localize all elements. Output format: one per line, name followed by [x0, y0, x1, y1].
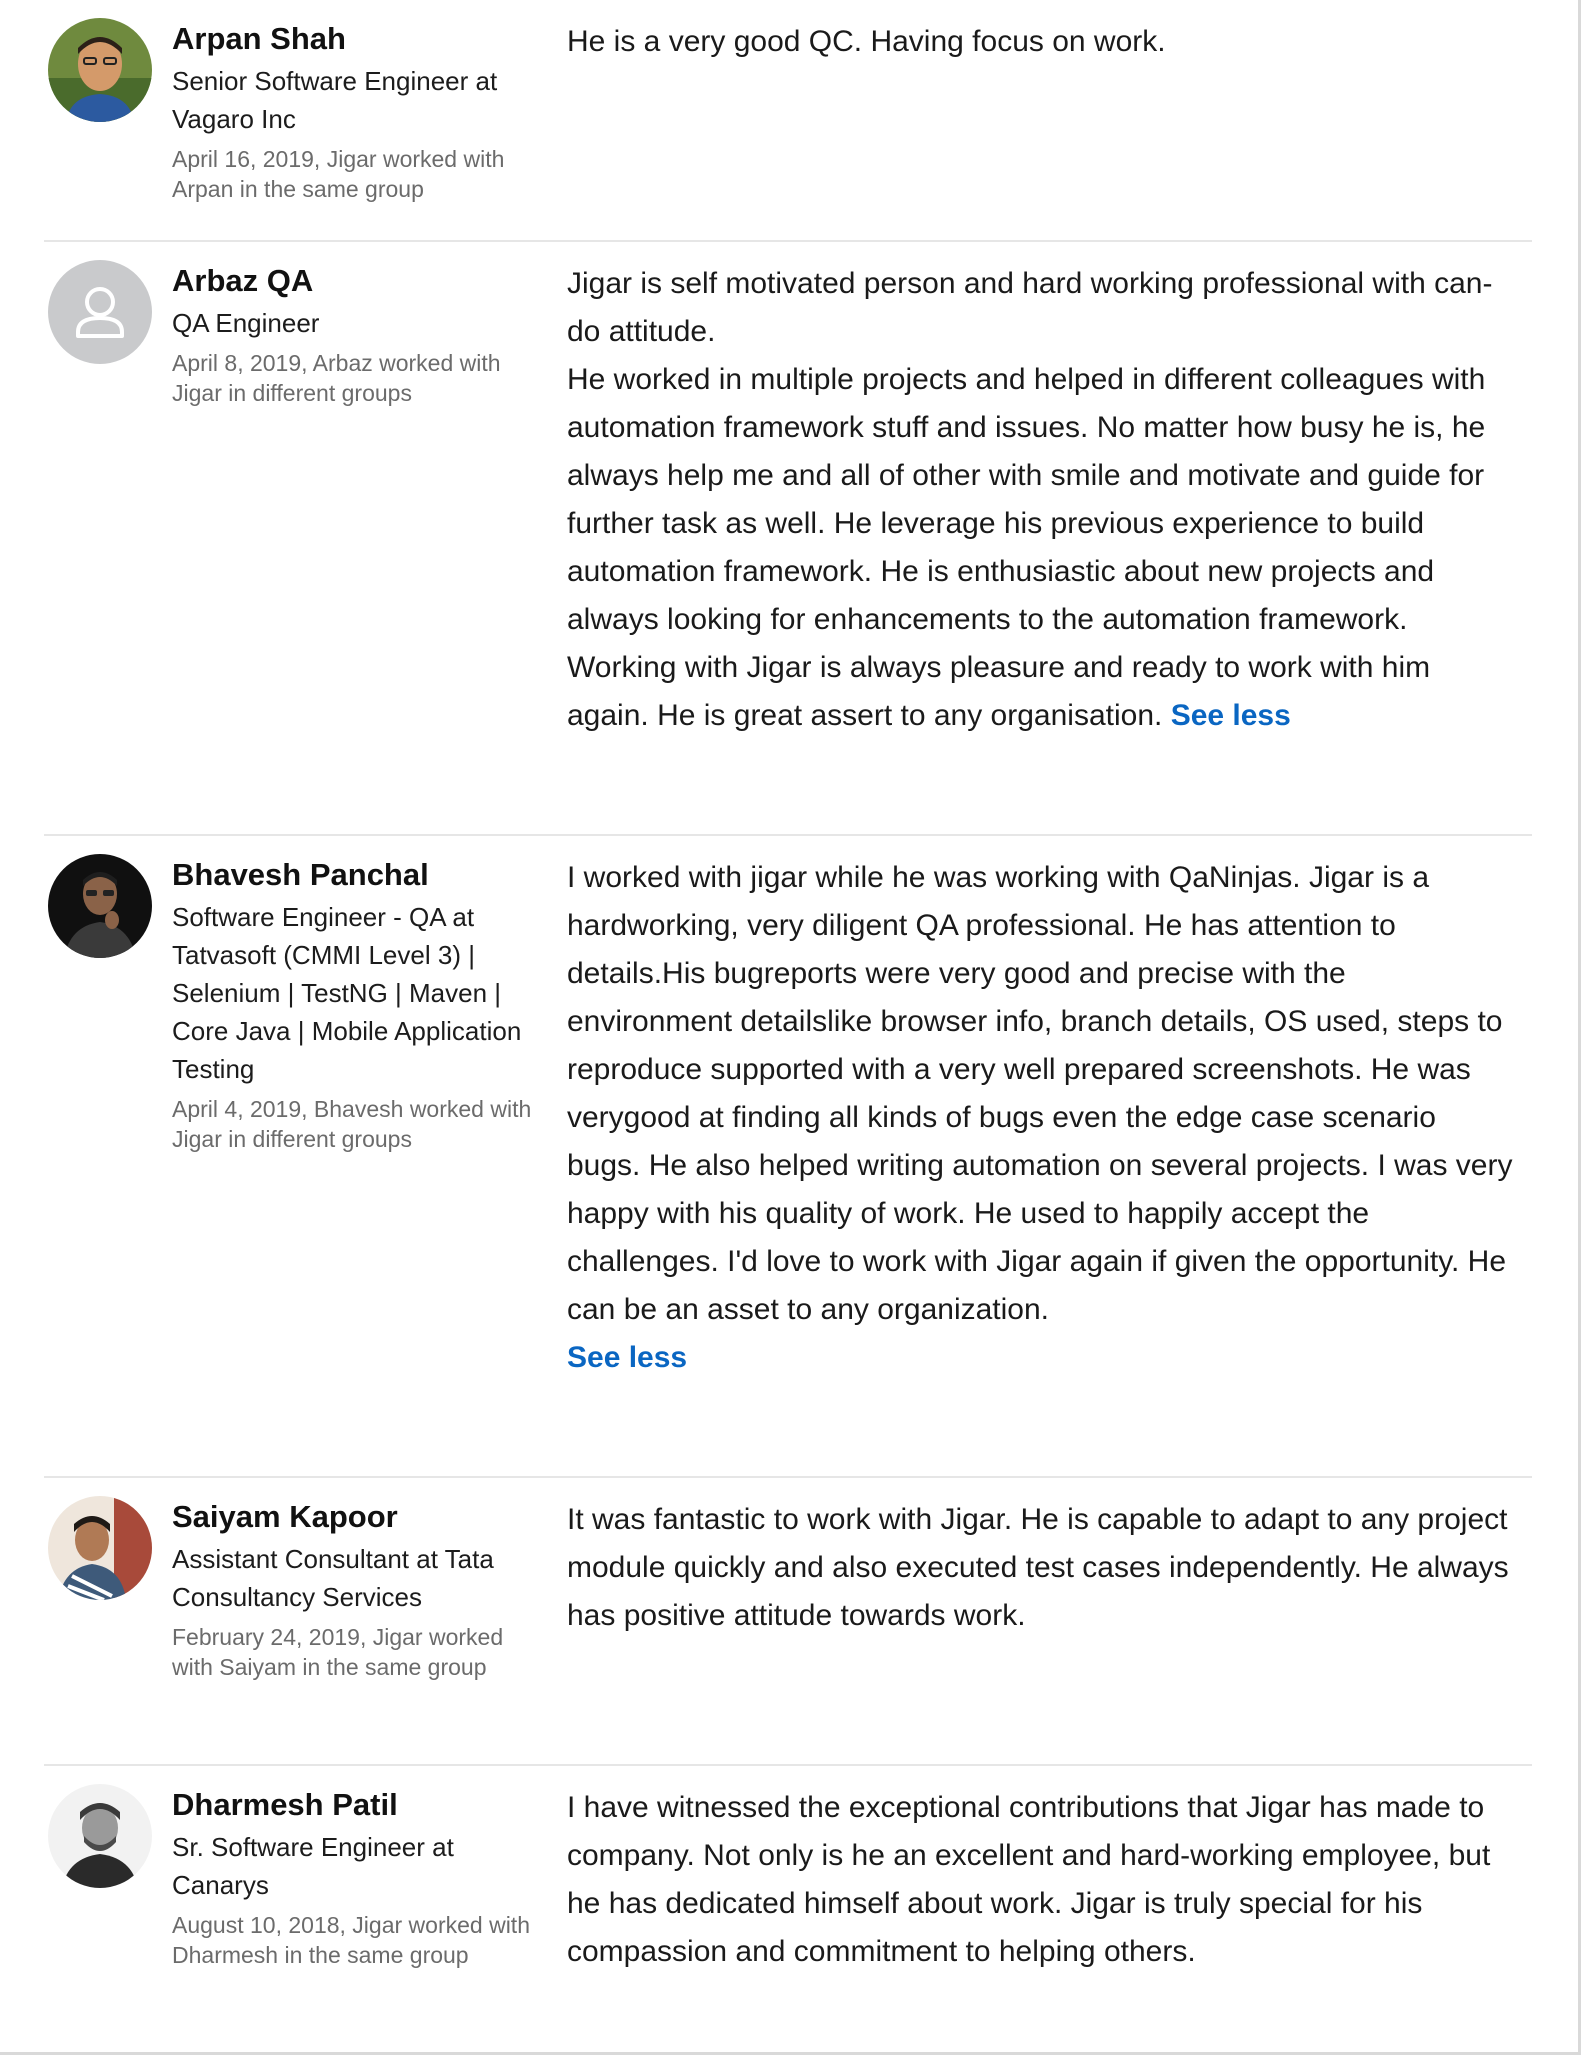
- avatar[interactable]: [48, 854, 152, 958]
- recommendation-date: April 8, 2019, Arbaz worked with Jigar i…: [172, 350, 501, 406]
- person-photo-icon: [48, 1496, 152, 1600]
- recommendation-paragraph: He worked in multiple projects and helpe…: [567, 363, 1486, 732]
- recommendation-date: August 10, 2018, Jigar worked with Dharm…: [172, 1912, 530, 1968]
- avatar[interactable]: [48, 18, 152, 122]
- recommender-info: Dharmesh Patil Sr. Software Engineer at …: [172, 1784, 538, 1970]
- person-photo-icon: [48, 1784, 152, 1888]
- recommender-title: Sr. Software Engineer at Canarys: [172, 1832, 454, 1900]
- recommendation-date: April 4, 2019, Bhavesh worked with Jigar…: [172, 1096, 532, 1152]
- recommender-info: Arpan Shah Senior Software Engineer at V…: [172, 18, 538, 204]
- recommendation-item: Dharmesh Patil Sr. Software Engineer at …: [44, 1766, 1532, 2052]
- recommendations-panel: Arpan Shah Senior Software Engineer at V…: [0, 0, 1581, 2055]
- recommender-title: Assistant Consultant at Tata Consultancy…: [172, 1544, 494, 1612]
- recommender-name[interactable]: Arbaz QA: [172, 260, 538, 302]
- recommendation-paragraph: I have witnessed the exceptional contrib…: [567, 1791, 1491, 1968]
- recommender-title: Software Engineer - QA at Tatvasoft (CMM…: [172, 902, 522, 1084]
- person-photo-icon: [48, 18, 152, 122]
- recommendation-paragraph: Jigar is self motivated person and hard …: [567, 267, 1493, 348]
- recommendation-paragraph: I worked with jigar while he was working…: [567, 861, 1513, 1326]
- recommendation-item: Bhavesh Panchal Software Engineer - QA a…: [44, 836, 1532, 1478]
- recommendation-text: I worked with jigar while he was working…: [567, 854, 1517, 1382]
- recommender-info: Saiyam Kapoor Assistant Consultant at Ta…: [172, 1496, 538, 1682]
- avatar[interactable]: [48, 260, 152, 364]
- see-less-row: See less: [567, 1334, 1517, 1382]
- recommendation-paragraph: It was fantastic to work with Jigar. He …: [567, 1503, 1509, 1632]
- recommender-name[interactable]: Arpan Shah: [172, 18, 538, 60]
- default-person-icon: [48, 260, 152, 364]
- recommendation-paragraph: He is a very good QC. Having focus on wo…: [567, 25, 1166, 58]
- recommendation-text: He is a very good QC. Having focus on wo…: [567, 18, 1517, 66]
- recommendation-date: April 16, 2019, Jigar worked with Arpan …: [172, 146, 505, 202]
- recommendation-item: Arbaz QA QA Engineer April 8, 2019, Arba…: [44, 242, 1532, 836]
- avatar[interactable]: [48, 1496, 152, 1600]
- see-less-link[interactable]: See less: [567, 1341, 687, 1374]
- see-less-link[interactable]: See less: [1171, 699, 1291, 732]
- recommender-name[interactable]: Dharmesh Patil: [172, 1784, 538, 1826]
- recommender-info: Bhavesh Panchal Software Engineer - QA a…: [172, 854, 538, 1154]
- recommendation-text: It was fantastic to work with Jigar. He …: [567, 1496, 1517, 1640]
- recommender-info: Arbaz QA QA Engineer April 8, 2019, Arba…: [172, 260, 538, 408]
- recommendation-item: Arpan Shah Senior Software Engineer at V…: [44, 0, 1532, 242]
- recommender-name[interactable]: Saiyam Kapoor: [172, 1496, 538, 1538]
- recommender-name[interactable]: Bhavesh Panchal: [172, 854, 538, 896]
- recommendation-item: Saiyam Kapoor Assistant Consultant at Ta…: [44, 1478, 1532, 1766]
- person-photo-icon: [48, 854, 152, 958]
- avatar[interactable]: [48, 1784, 152, 1888]
- recommendation-date: February 24, 2019, Jigar worked with Sai…: [172, 1624, 504, 1680]
- recommender-title: QA Engineer: [172, 308, 320, 338]
- recommendation-text: Jigar is self motivated person and hard …: [567, 260, 1517, 740]
- recommender-title: Senior Software Engineer at Vagaro Inc: [172, 66, 498, 134]
- recommendation-text: I have witnessed the exceptional contrib…: [567, 1784, 1517, 1976]
